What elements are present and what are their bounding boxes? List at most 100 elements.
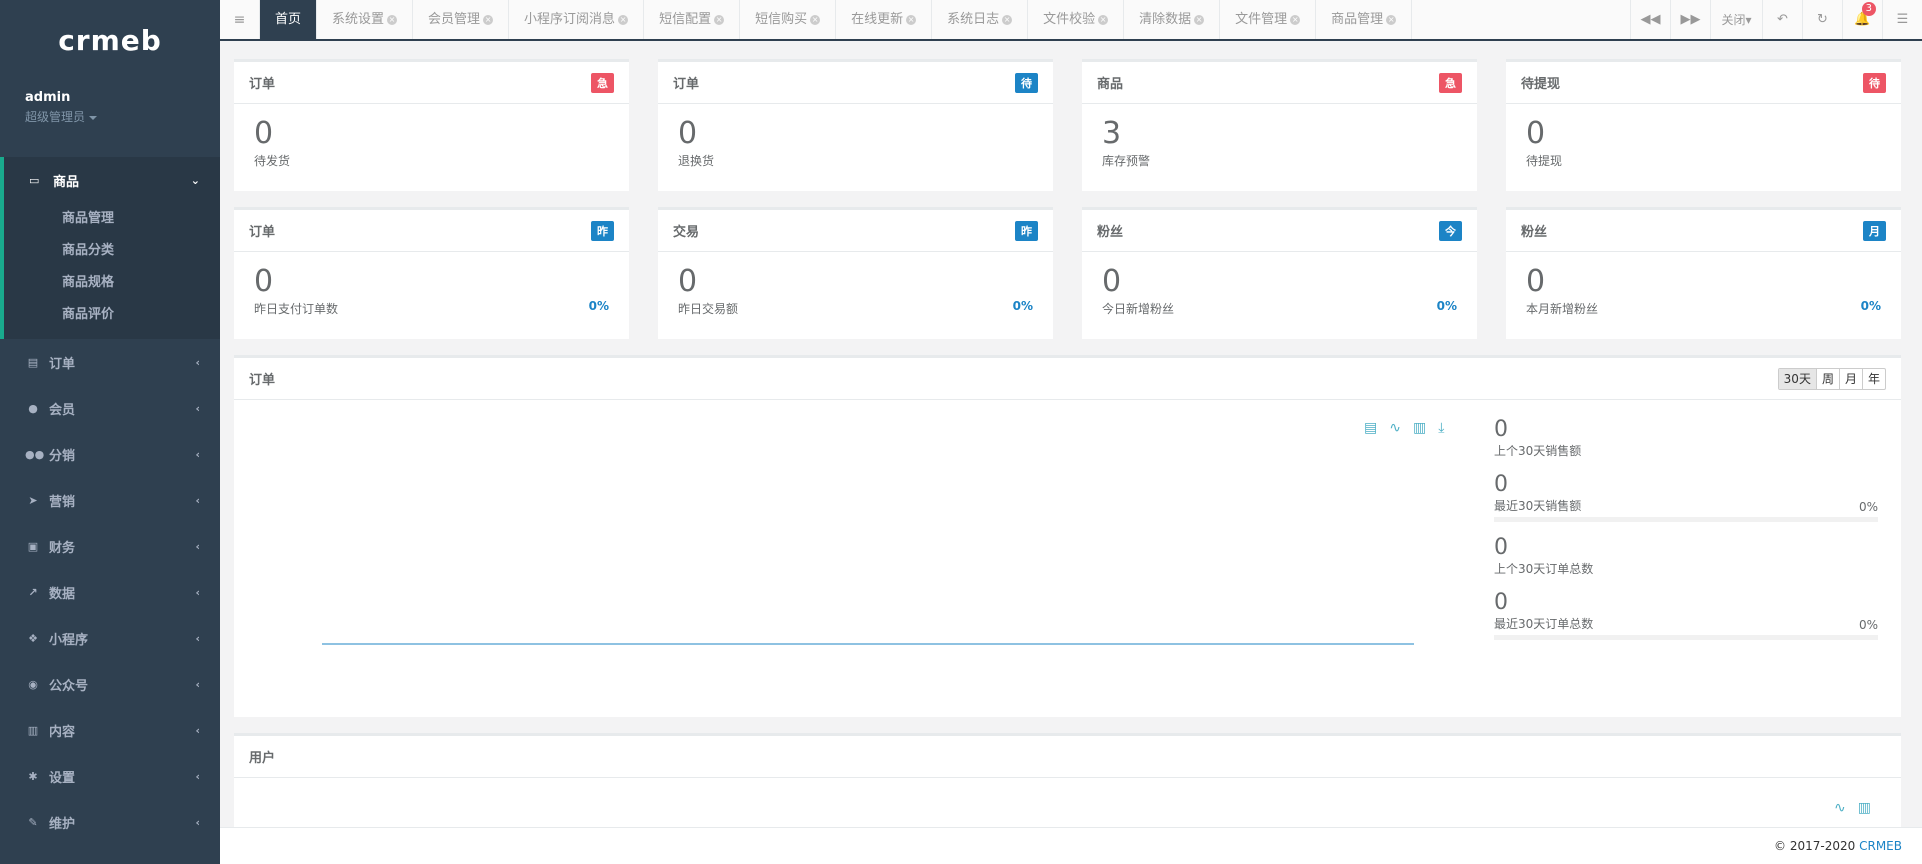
range-30days-button[interactable]: 30天	[1778, 368, 1816, 389]
main-content: 订单 急 0 待发货 订单 待 0 退换货 商品 急 3 库存预警 待提现 待 0 待提现 订单…	[220, 41, 1922, 827]
close-icon[interactable]: ×	[1386, 14, 1397, 25]
close-icon[interactable]: ×	[906, 14, 917, 25]
chevron-left-icon: ‹	[195, 723, 200, 737]
chevron-left-icon: ‹	[195, 401, 200, 415]
sidebar-item-distribution[interactable]: ●● 分销 ‹	[0, 431, 220, 477]
stat-recent-30-orders: 0 最近30天订单总数 0%	[1494, 591, 1878, 640]
close-icon[interactable]: ×	[1098, 14, 1109, 25]
paper-plane-icon: ➤	[28, 493, 38, 507]
status-badge: 待	[1015, 72, 1038, 93]
sidebar-item-marketing[interactable]: ➤ 营销 ‹	[0, 477, 220, 523]
tab-home[interactable]: 首页	[260, 0, 318, 39]
sidebar-item-label: 小程序	[49, 632, 89, 648]
tab-sms-purchase[interactable]: 短信购买 ×	[740, 0, 837, 39]
submenu-item[interactable]: 商品分类	[4, 235, 220, 267]
progress-bar	[1494, 517, 1878, 522]
book-icon: ▥	[27, 723, 39, 737]
order-chart	[322, 643, 1414, 645]
sidebar-item-finance[interactable]: ▣ 财务 ‹	[0, 523, 220, 569]
close-tabs-dropdown[interactable]: 关闭 ▾	[1710, 0, 1762, 39]
sidebar-toggle-button[interactable]: ☰	[1882, 0, 1922, 39]
line-chart-icon[interactable]: ∿	[1834, 800, 1846, 816]
close-tabs-label: 关闭	[1721, 13, 1746, 27]
status-badge: 急	[591, 72, 614, 93]
panel-title: 订单	[249, 373, 276, 388]
range-year-button[interactable]: 年	[1861, 368, 1885, 389]
card-percent: 0%	[1860, 299, 1881, 313]
reply-icon: ↶	[1777, 12, 1788, 27]
close-icon[interactable]: ×	[1002, 14, 1013, 25]
scroll-left-button[interactable]: ◀◀	[1630, 0, 1670, 39]
close-icon[interactable]: ×	[810, 14, 821, 25]
close-icon[interactable]: ×	[618, 14, 629, 25]
bar-chart-icon[interactable]: ▥	[1858, 800, 1871, 816]
money-icon: ▣	[27, 539, 39, 553]
menu-toggle-button[interactable]: ≡	[220, 0, 260, 39]
notifications-button[interactable]: 🔔 3	[1842, 0, 1882, 39]
card-percent: 0%	[1012, 299, 1033, 313]
chevron-down-icon: ⌄	[190, 173, 200, 187]
close-icon[interactable]: ×	[714, 14, 725, 25]
sidebar-item-content[interactable]: ▥ 内容 ‹	[0, 707, 220, 753]
close-icon[interactable]: ×	[387, 14, 398, 25]
profile-role-dropdown[interactable]: 超级管理员	[25, 108, 195, 125]
card-value: 0	[678, 264, 698, 299]
card-title: 商品	[1097, 77, 1124, 92]
sidebar-item-label: 设置	[49, 770, 76, 786]
range-month-button[interactable]: 月	[1838, 368, 1862, 389]
sidebar-item-miniprogram[interactable]: ❖ 小程序 ‹	[0, 615, 220, 661]
card-value: 0	[254, 264, 274, 299]
sidebar-item-goods[interactable]: ▭ 商品 ⌄	[4, 157, 220, 203]
tab-file-management[interactable]: 文件管理 ×	[1220, 0, 1317, 39]
stat-prev-30-sales: 0 上个30天销售额	[1494, 418, 1878, 459]
tab-system-settings[interactable]: 系统设置 ×	[317, 0, 414, 39]
cog-icon: ✱	[28, 769, 38, 783]
range-week-button[interactable]: 周	[1815, 368, 1839, 389]
logo[interactable]: crmeb	[0, 0, 220, 80]
tab-system-log[interactable]: 系统日志 ×	[932, 0, 1029, 39]
forward-icon: ▶▶	[1680, 12, 1701, 27]
footer-brand-link[interactable]: CRMEB	[1859, 839, 1902, 853]
sidebar-item-data[interactable]: ↗ 数据 ‹	[0, 569, 220, 615]
sidebar-item-label: 分销	[49, 448, 76, 464]
refresh-button[interactable]: ↻	[1802, 0, 1842, 39]
tab-goods-management[interactable]: 商品管理 ×	[1316, 0, 1413, 39]
submenu-item[interactable]: 商品评价	[4, 299, 220, 331]
sidebar-item-order[interactable]: ▤ 订单 ‹	[0, 339, 220, 385]
scroll-right-button[interactable]: ▶▶	[1670, 0, 1710, 39]
stat-prev-30-orders: 0 上个30天订单总数	[1494, 536, 1878, 577]
tab-file-check[interactable]: 文件校验 ×	[1028, 0, 1125, 39]
tab-subscribe-message[interactable]: 小程序订阅消息 ×	[509, 0, 645, 39]
card-value: 0	[678, 116, 698, 151]
footer-copyright: © 2017-2020	[1774, 839, 1856, 853]
submenu-item[interactable]: 商品规格	[4, 267, 220, 299]
range-selector: 30天 周 月 年	[1777, 367, 1886, 390]
sidebar-item-label: 维护	[49, 816, 76, 832]
right-tools: ◀◀ ▶▶ 关闭 ▾ ↶ ↻ 🔔 3 ☰	[1630, 0, 1922, 39]
sidebar-item-member[interactable]: ● 会员 ‹	[0, 385, 220, 431]
sidebar-item-settings[interactable]: ✱ 设置 ‹	[0, 753, 220, 799]
sidebar-item-wechat[interactable]: ◉ 公众号 ‹	[0, 661, 220, 707]
submenu-item[interactable]: 商品管理	[4, 203, 220, 235]
status-badge: 今	[1439, 220, 1462, 241]
tab-online-update[interactable]: 在线更新 ×	[836, 0, 933, 39]
tab-member-management[interactable]: 会员管理 ×	[413, 0, 510, 39]
chevron-left-icon: ‹	[195, 355, 200, 369]
tab-sms-config[interactable]: 短信配置 ×	[644, 0, 741, 39]
card-desc: 本月新增粉丝	[1526, 302, 1599, 316]
profile-role: 超级管理员	[25, 110, 86, 124]
chevron-left-icon: ‹	[195, 631, 200, 645]
download-icon[interactable]: ⤓	[1438, 420, 1444, 436]
stat-desc: 上个30天销售额	[1494, 444, 1582, 458]
tab-clear-data[interactable]: 清除数据 ×	[1124, 0, 1221, 39]
back-button[interactable]: ↶	[1762, 0, 1802, 39]
tab-label: 清除数据	[1139, 12, 1192, 27]
close-icon[interactable]: ×	[483, 14, 494, 25]
stat-value: 0	[1494, 590, 1508, 615]
notification-badge: 3	[1861, 2, 1876, 16]
sidebar-item-maintain[interactable]: ✎ 维护 ‹	[0, 799, 220, 845]
stat-card-yesterday-trade: 交易 昨 0 昨日交易额 0%	[658, 207, 1053, 339]
close-icon[interactable]: ×	[1290, 14, 1301, 25]
close-icon[interactable]: ×	[1194, 14, 1205, 25]
laptop-icon: ▭	[29, 173, 40, 187]
